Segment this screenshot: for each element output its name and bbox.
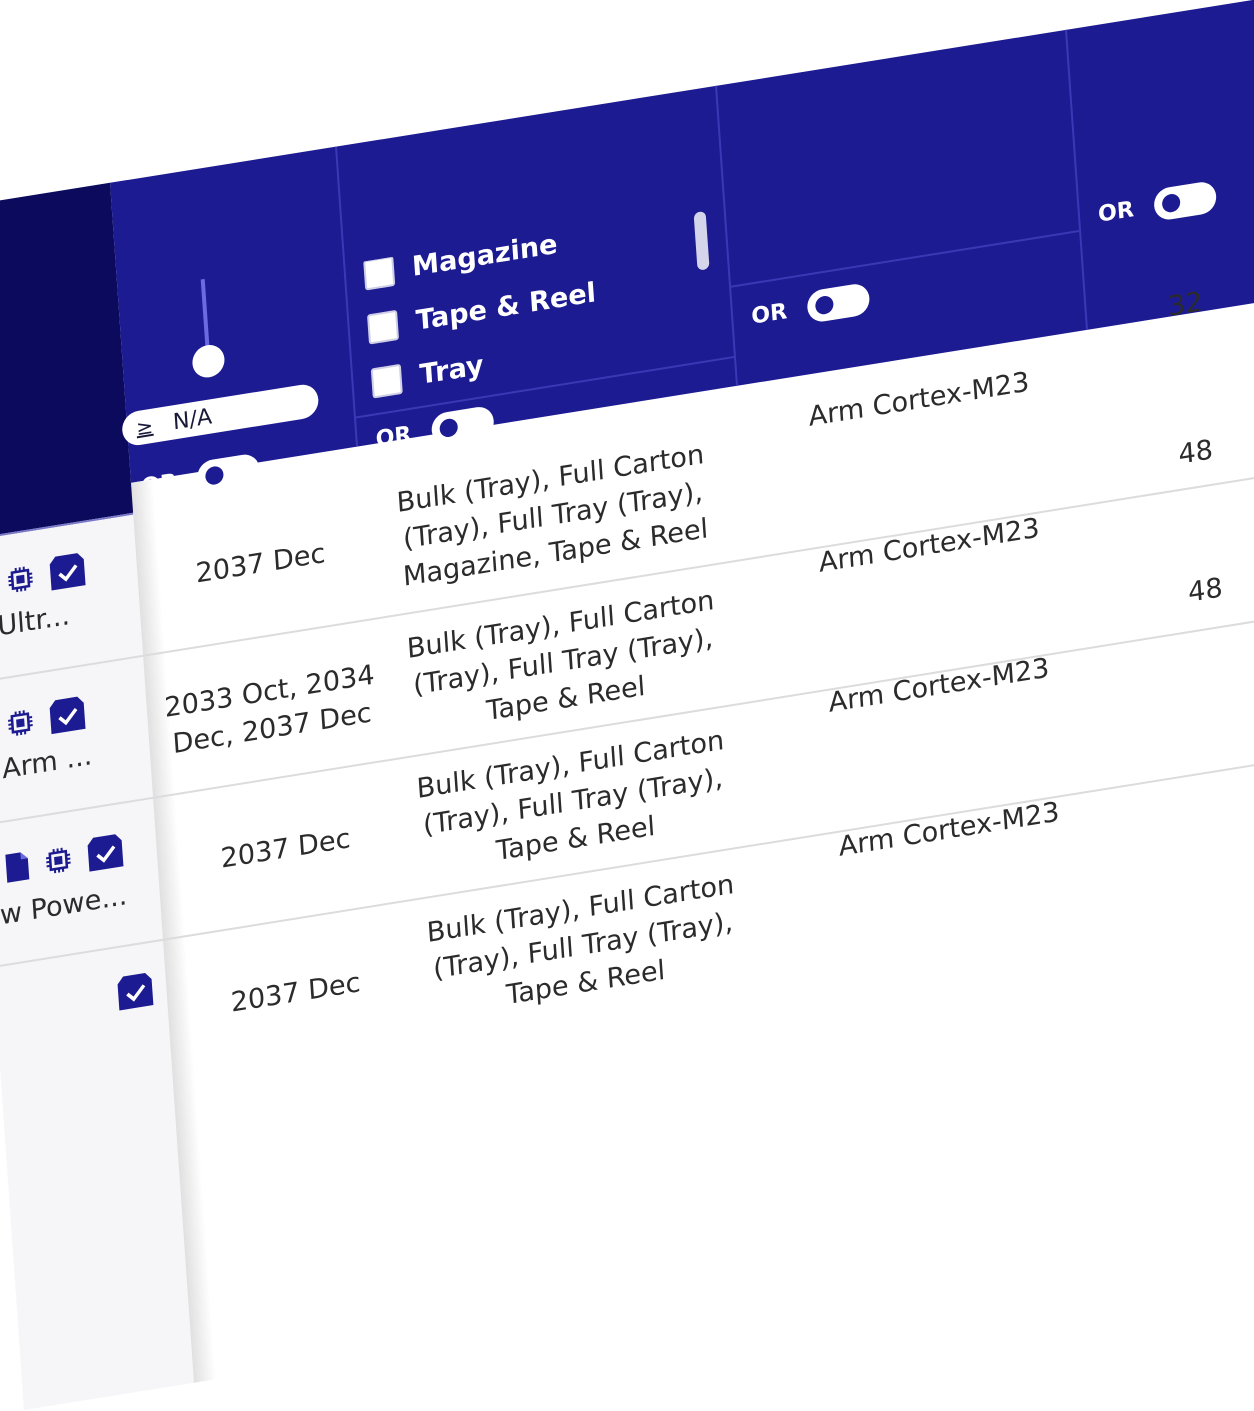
product-name[interactable]: ow Powe...	[0, 880, 128, 934]
row-icons	[5, 694, 88, 743]
checkbox[interactable]	[363, 255, 396, 291]
scrollbar-thumb[interactable]	[693, 210, 710, 271]
row-icons	[115, 971, 156, 1013]
chip-icon[interactable]	[5, 563, 35, 595]
chip-icon[interactable]	[43, 844, 73, 876]
box-check-icon[interactable]	[85, 832, 126, 874]
parametric-table-view: ≥ N/A OR Magazine Tape & Reel Tray OR OR…	[0, 0, 1254, 1410]
box-check-icon[interactable]	[47, 551, 88, 593]
chip-icon[interactable]	[5, 707, 35, 739]
row-icons	[5, 551, 88, 600]
date-cell: 2037 Dec	[229, 967, 362, 1019]
date-cell: 2037 Dec	[194, 537, 327, 590]
product-name[interactable]: z Arm ...	[0, 740, 93, 789]
checkbox-tape-reel[interactable]: Tape & Reel	[366, 277, 597, 345]
product-name[interactable]: Ultr...	[0, 600, 71, 643]
date-cell: 2037 Dec	[219, 823, 352, 875]
ge-symbol: ≥	[135, 413, 154, 441]
document-icon[interactable]	[3, 849, 31, 885]
date-cell: 2033 Oct, 2034 Dec, 2037 Dec	[163, 659, 376, 761]
checkbox[interactable]	[370, 363, 403, 399]
checkbox[interactable]	[366, 309, 400, 345]
range-value: N/A	[172, 403, 213, 435]
box-check-icon[interactable]	[115, 971, 156, 1013]
row-icons	[3, 832, 126, 887]
checkbox-tray[interactable]: Tray	[370, 350, 485, 399]
box-check-icon[interactable]	[47, 694, 88, 736]
